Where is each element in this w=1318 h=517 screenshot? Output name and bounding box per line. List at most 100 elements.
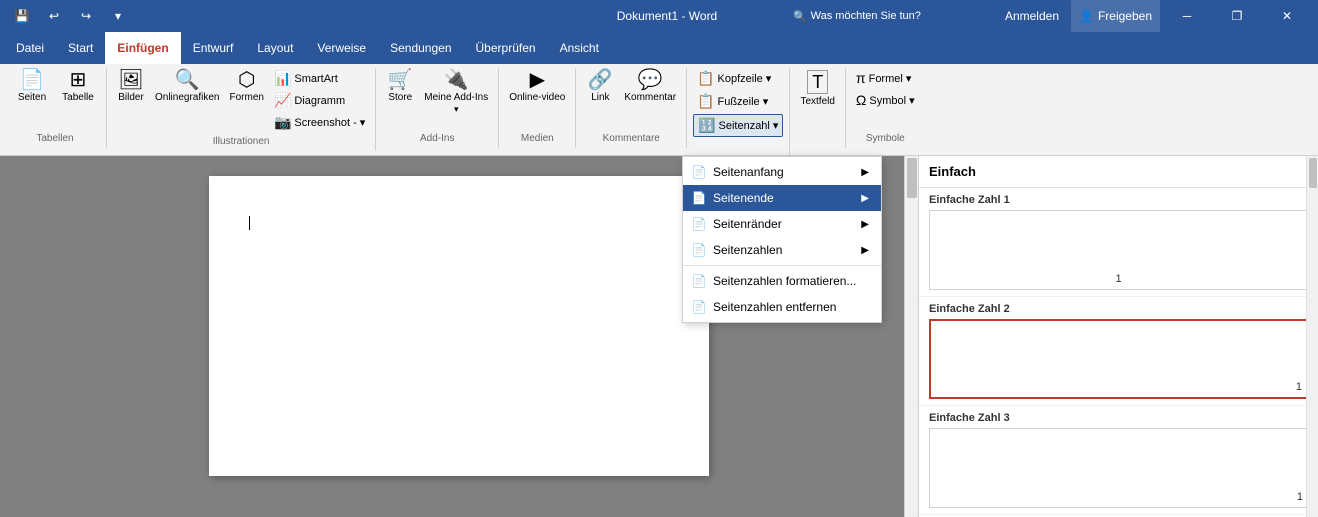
tabelle-icon: ⊞ xyxy=(70,70,87,90)
link-icon: 🔗 xyxy=(588,70,613,90)
search-bar[interactable]: 🔍 Was möchten Sie tun? xyxy=(793,0,993,32)
seitenanfang-arrow: ▶ xyxy=(861,167,869,178)
kopfzeile-button[interactable]: 📋 Kopfzeile ▾ xyxy=(693,68,775,89)
menu-item-seitenanfang[interactable]: 📄 Seitenanfang ▶ xyxy=(683,159,881,185)
minimize-button[interactable]: ─ xyxy=(1164,0,1210,32)
meine-addins-button[interactable]: 🔌 Meine Add-Ins ▾ xyxy=(420,68,492,117)
illustrationen-label: Illustrationen xyxy=(107,136,375,147)
ribbon-content: 📄 Seiten ⊞ Tabelle Tabellen 🖼 Bilder 🔍 xyxy=(0,64,1318,156)
seitenende-arrow: ▶ xyxy=(861,193,869,204)
ribbon-group-kommentare: 🔗 Link 💬 Kommentar Kommentare xyxy=(576,68,687,148)
restore-button[interactable]: ❐ xyxy=(1214,0,1260,32)
tab-sendungen[interactable]: Sendungen xyxy=(378,32,463,64)
link-button[interactable]: 🔗 Link xyxy=(582,68,618,106)
menu-item-seitenraender[interactable]: 📄 Seitenränder ▶ xyxy=(683,211,881,237)
panel-item-1[interactable]: Einfache Zahl 1 1 xyxy=(919,188,1318,297)
symbol-button[interactable]: Ω Symbol ▾ xyxy=(852,90,919,110)
menu-item-seitenzahlen[interactable]: 📄 Seitenzahlen ▶ xyxy=(683,237,881,263)
document-page[interactable] xyxy=(209,176,709,476)
panel-item-2[interactable]: Einfache Zahl 2 1 xyxy=(919,297,1318,406)
preview-number-2: 1 xyxy=(1296,381,1302,393)
tab-entwurf[interactable]: Entwurf xyxy=(181,32,246,64)
panel-preview-2: 1 xyxy=(929,319,1308,399)
share-button[interactable]: 👤 Freigeben xyxy=(1071,0,1160,32)
tabelle-button[interactable]: ⊞ Tabelle xyxy=(56,68,100,106)
formen-button[interactable]: ⬡ Formen xyxy=(225,68,267,106)
textfeld-button[interactable]: T Textfeld xyxy=(796,68,838,110)
customize-button[interactable]: ▾ xyxy=(104,2,132,30)
tab-datei[interactable]: Datei xyxy=(4,32,56,64)
redo-button[interactable]: ↪ xyxy=(72,2,100,30)
symbole-label: Symbole xyxy=(846,133,925,144)
bilder-button[interactable]: 🖼 Bilder xyxy=(113,68,149,106)
medien-items: ▶ Online-video xyxy=(505,68,569,124)
formel-icon: π xyxy=(856,70,866,86)
title-bar-left: 💾 ↩ ↪ ▾ xyxy=(8,2,132,30)
diagramm-button[interactable]: 📈 Diagramm xyxy=(270,90,369,111)
store-button[interactable]: 🛒 Store xyxy=(382,68,418,106)
diagramm-icon: 📈 xyxy=(274,92,291,109)
seitenanfang-icon: 📄 xyxy=(691,164,707,180)
ribbon-tabs: Datei Start Einfügen Entwurf Layout Verw… xyxy=(0,32,1318,64)
close-button[interactable]: ✕ xyxy=(1264,0,1310,32)
formel-button[interactable]: π Formel ▾ xyxy=(852,68,915,88)
side-panel-scrollbar-thumb[interactable] xyxy=(1309,158,1317,188)
kopfzeile-items: 📋 Kopfzeile ▾ 📋 Fußzeile ▾ 🔢 Seitenzahl … xyxy=(693,68,783,155)
kommentare-label: Kommentare xyxy=(576,133,686,144)
menu-item-entfernen[interactable]: 📄 Seitenzahlen entfernen xyxy=(683,294,881,320)
medien-label: Medien xyxy=(499,133,575,144)
screenshot-button[interactable]: 📷 Screenshot - ▾ xyxy=(270,112,369,133)
ribbon-group-kopfzeile: 📋 Kopfzeile ▾ 📋 Fußzeile ▾ 🔢 Seitenzahl … xyxy=(687,68,790,155)
panel-preview-1: 1 xyxy=(929,210,1308,290)
tab-ueberpruefen[interactable]: Überprüfen xyxy=(464,32,548,64)
seiten-button[interactable]: 📄 Seiten xyxy=(10,68,54,106)
tab-start[interactable]: Start xyxy=(56,32,105,64)
kommentar-button[interactable]: 💬 Kommentar xyxy=(620,68,680,106)
bilder-icon: 🖼 xyxy=(118,70,143,90)
seitenzahl-button[interactable]: 🔢 Seitenzahl ▾ xyxy=(693,114,783,137)
seitenzahl-icon: 🔢 xyxy=(698,117,715,134)
onlinegrafiken-button[interactable]: 🔍 Onlinegrafiken xyxy=(151,68,223,106)
textfeld-icon: T xyxy=(807,70,828,94)
ribbon-group-illustrationen: 🖼 Bilder 🔍 Onlinegrafiken ⬡ Formen 📊 Sma… xyxy=(107,68,376,151)
seitenende-icon: 📄 xyxy=(691,190,707,206)
tabellen-items: 📄 Seiten ⊞ Tabelle xyxy=(10,68,100,124)
save-button[interactable]: 💾 xyxy=(8,2,36,30)
seiten-icon: 📄 xyxy=(20,70,45,90)
side-panel-scrollbar[interactable] xyxy=(1306,156,1318,517)
formen-icon: ⬡ xyxy=(238,70,255,90)
seitenraender-arrow: ▶ xyxy=(861,219,869,230)
signin-button[interactable]: Anmelden xyxy=(997,0,1067,32)
text-cursor xyxy=(249,216,250,230)
onlinevideo-icon: ▶ xyxy=(530,70,545,90)
undo-button[interactable]: ↩ xyxy=(40,2,68,30)
tab-layout[interactable]: Layout xyxy=(245,32,305,64)
ribbon-group-addins: 🛒 Store 🔌 Meine Add-Ins ▾ Add-Ins xyxy=(376,68,499,148)
formatieren-icon: 📄 xyxy=(691,273,707,289)
screenshot-dropdown-icon: ▾ xyxy=(360,116,366,129)
tab-einfuegen[interactable]: Einfügen xyxy=(105,32,180,64)
panel-item-3-title: Einfache Zahl 3 xyxy=(929,412,1308,424)
scrollbar-thumb[interactable] xyxy=(907,158,917,198)
seitenzahl-dropdown: 📄 Seitenanfang ▶ 📄 Seitenende ▶ 📄 Seiten… xyxy=(682,156,882,323)
menu-item-seitenende[interactable]: 📄 Seitenende ▶ xyxy=(683,185,881,211)
scrollbar-vertical[interactable] xyxy=(904,156,918,517)
fusszeile-button[interactable]: 📋 Fußzeile ▾ xyxy=(693,91,772,112)
entfernen-icon: 📄 xyxy=(691,299,707,315)
tab-ansicht[interactable]: Ansicht xyxy=(548,32,611,64)
onlinevideo-button[interactable]: ▶ Online-video xyxy=(505,68,569,106)
addins-icon: 🔌 xyxy=(444,70,469,90)
menu-item-formatieren[interactable]: 📄 Seitenzahlen formatieren... xyxy=(683,268,881,294)
tab-verweise[interactable]: Verweise xyxy=(305,32,378,64)
share-icon: 👤 xyxy=(1079,9,1094,23)
panel-item-2-title: Einfache Zahl 2 xyxy=(929,303,1308,315)
preview-number-1: 1 xyxy=(1115,273,1121,285)
store-icon: 🛒 xyxy=(388,70,413,90)
preview-number-3: 1 xyxy=(1297,491,1303,503)
illustrationen-small: 📊 SmartArt 📈 Diagramm 📷 Screenshot - ▾ xyxy=(270,68,369,133)
kommentar-icon: 💬 xyxy=(638,70,663,90)
smartart-button[interactable]: 📊 SmartArt xyxy=(270,68,369,89)
onlinegrafiken-icon: 🔍 xyxy=(175,70,200,90)
symbole-items: π Formel ▾ Ω Symbol ▾ xyxy=(852,68,919,128)
panel-item-3[interactable]: Einfache Zahl 3 1 xyxy=(919,406,1318,515)
